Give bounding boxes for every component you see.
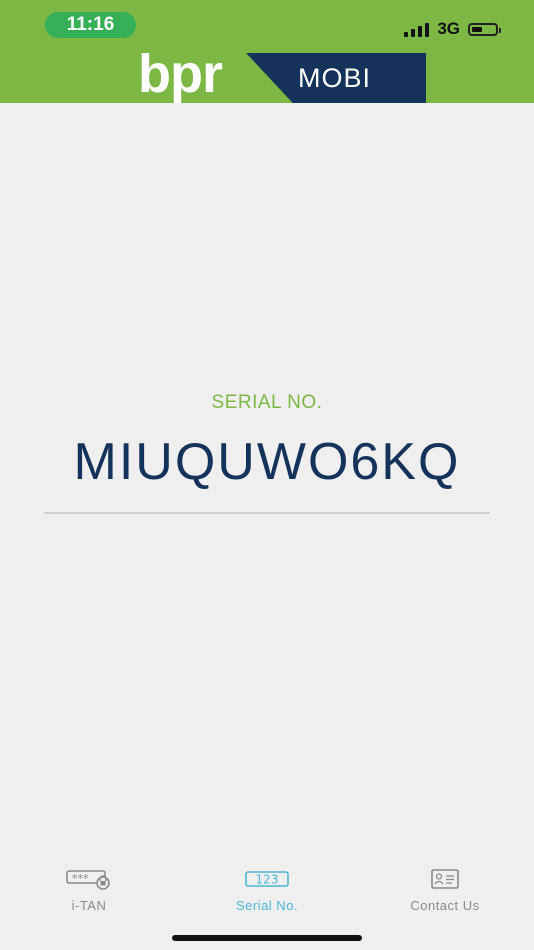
contact-card-icon	[431, 869, 459, 889]
battery-icon	[468, 22, 501, 36]
tab-bar: *** i-TAN 123 Serial No. Contact Us	[0, 862, 534, 922]
serial-value: MIUQUWO6KQ	[73, 433, 461, 491]
app-header: 11:16 3G bpr MOBI	[0, 0, 534, 103]
tab-itan-label: i-TAN	[71, 898, 107, 913]
tab-serial-no-label: Serial No.	[235, 898, 299, 913]
battery-level	[472, 26, 482, 32]
tab-itan[interactable]: *** i-TAN	[0, 862, 178, 922]
status-time: 11:16	[45, 12, 136, 38]
tab-contact-us[interactable]: Contact Us	[356, 862, 534, 922]
tab-contact-us-label: Contact Us	[410, 898, 480, 913]
number-box-icon: 123	[245, 871, 289, 887]
signal-icon	[404, 21, 430, 37]
status-indicators: 3G	[404, 18, 501, 40]
tab-serial-no[interactable]: 123 Serial No.	[178, 862, 356, 922]
number-box-text: 123	[256, 873, 279, 887]
password-mask-text: ***	[72, 872, 89, 885]
network-type: 3G	[437, 19, 460, 38]
brand-logo: bpr	[138, 44, 223, 104]
divider	[44, 512, 490, 514]
mobi-logo-text: MOBI	[298, 63, 372, 93]
serial-label: SERIAL NO.	[211, 392, 323, 413]
home-indicator[interactable]	[172, 935, 362, 941]
password-lock-icon: ***	[66, 870, 110, 890]
